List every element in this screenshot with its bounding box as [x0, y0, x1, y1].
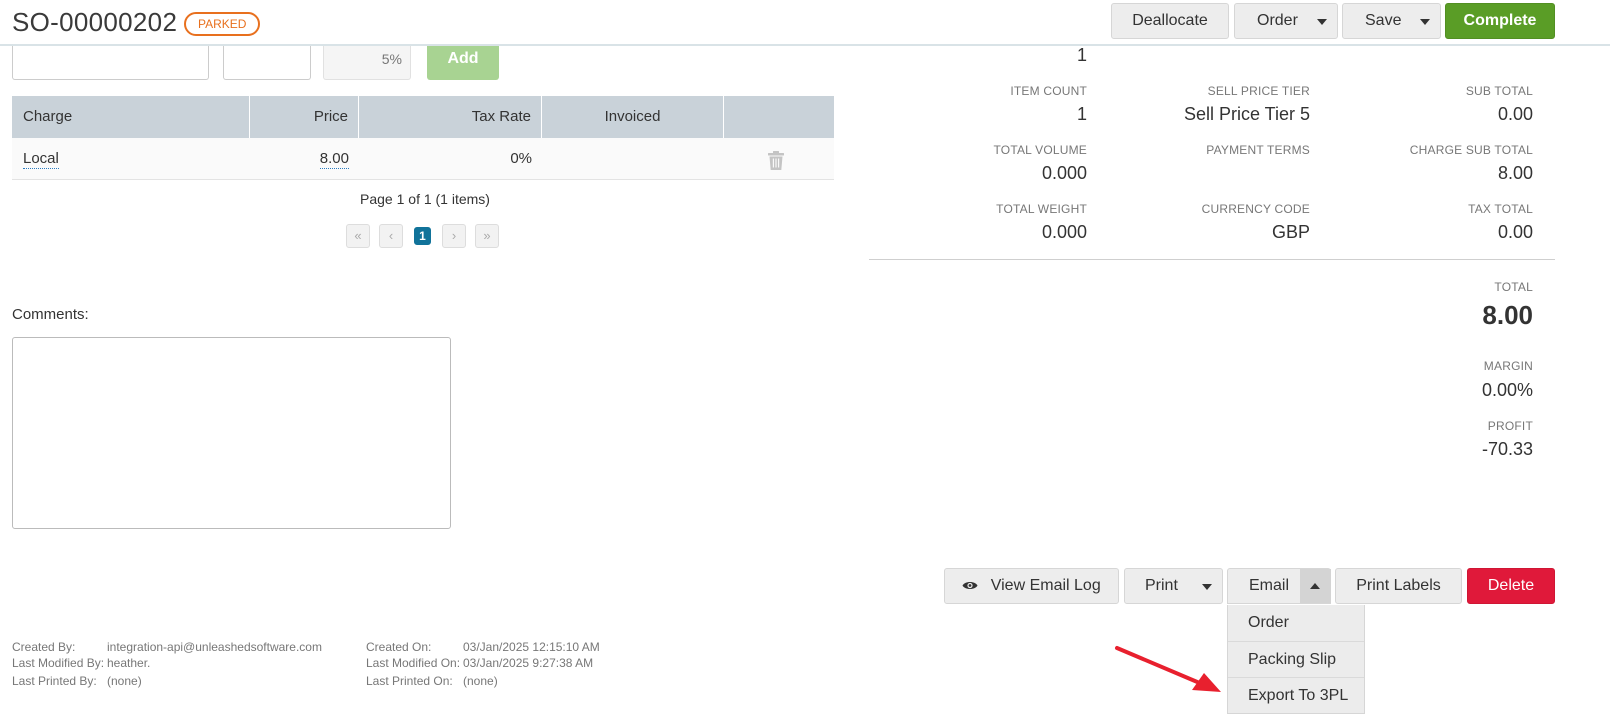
- total-value: 8.00: [1482, 300, 1533, 330]
- complete-button[interactable]: Complete: [1445, 3, 1555, 39]
- margin-label: MARGIN: [1483, 359, 1533, 373]
- chevron-down-icon[interactable]: [1317, 19, 1327, 25]
- email-button-label: Email: [1249, 577, 1290, 594]
- sell-price-tier-label: SELL PRICE TIER: [1207, 84, 1310, 98]
- deallocate-button[interactable]: Deallocate: [1111, 3, 1229, 39]
- column-header-tax-rate[interactable]: Tax Rate: [359, 96, 542, 138]
- sell-price-tier-value: Sell Price Tier 5: [1183, 104, 1310, 124]
- trash-icon[interactable]: [768, 145, 788, 170]
- charge-price-input[interactable]: [223, 40, 311, 80]
- last-modified-on-label: Last Modified On:: [366, 656, 461, 670]
- delete-button[interactable]: Delete: [1467, 568, 1555, 604]
- pager-current-page[interactable]: 1: [414, 227, 431, 245]
- last-printed-on-value: (none): [463, 674, 498, 688]
- pager-first-icon[interactable]: «: [346, 224, 370, 248]
- created-on-value: 03/Jan/2025 12:15:10 AM: [463, 640, 600, 654]
- total-weight-value: 0.000: [1041, 222, 1087, 242]
- chevron-down-icon[interactable]: [1202, 584, 1212, 590]
- item-count-label: ITEM COUNT: [1010, 84, 1087, 98]
- chevron-up-icon: [1310, 583, 1320, 589]
- summary-divider: [869, 259, 1555, 260]
- currency-code-label: CURRENCY CODE: [1201, 202, 1310, 216]
- profit-label: PROFIT: [1487, 419, 1533, 433]
- total-weight-label: TOTAL WEIGHT: [996, 202, 1087, 216]
- annotation-arrow-icon: [1115, 646, 1221, 692]
- pager-last-icon[interactable]: »: [475, 224, 499, 248]
- charge-cell[interactable]: Local: [23, 138, 243, 180]
- tax-rate-cell: 0%: [510, 150, 532, 167]
- order-number: SO-00000202: [12, 7, 178, 37]
- email-menu-item-export-to-3pl[interactable]: Export To 3PL: [1228, 677, 1364, 713]
- page-header: SO-00000202 PARKED Deallocate Order Save…: [0, 0, 1610, 46]
- order-button-label: Order: [1257, 12, 1298, 29]
- charge-name[interactable]: Local: [23, 150, 59, 169]
- pager-next-icon[interactable]: ›: [442, 224, 466, 248]
- charge-sub-total-label: CHARGE SUB TOTAL: [1409, 143, 1533, 157]
- column-header-invoiced[interactable]: Invoiced: [542, 96, 724, 138]
- charge-name-input[interactable]: [12, 40, 209, 80]
- view-email-log-label: View Email Log: [990, 577, 1101, 594]
- last-printed-by-value: (none): [107, 674, 142, 688]
- order-button[interactable]: Order: [1234, 3, 1338, 39]
- column-header-price[interactable]: Price: [250, 96, 359, 138]
- last-printed-by-label: Last Printed By:: [12, 674, 97, 688]
- margin-value: 0.00%: [1481, 380, 1533, 400]
- column-header-actions: [724, 96, 834, 138]
- summary-top-value: 1: [1076, 45, 1087, 65]
- table-row: Local 8.00 0%: [12, 138, 834, 180]
- charge-sub-total-value: 8.00: [1497, 163, 1533, 183]
- chevron-down-icon[interactable]: [1420, 19, 1430, 25]
- email-dropdown-menu: Order Packing Slip Export To 3PL: [1227, 605, 1365, 714]
- profit-value: -70.33: [1481, 439, 1533, 459]
- email-button[interactable]: Email: [1227, 568, 1331, 604]
- status-badge: PARKED: [184, 12, 261, 36]
- email-dropdown-toggle[interactable]: [1300, 569, 1331, 603]
- payment-terms-label: PAYMENT TERMS: [1206, 143, 1310, 157]
- item-count-value: 1: [1076, 104, 1087, 124]
- pager-summary: Page 1 of 1 (1 items): [360, 191, 490, 207]
- sub-total-value: 0.00: [1497, 104, 1533, 124]
- last-modified-on-value: 03/Jan/2025 9:27:38 AM: [463, 656, 594, 670]
- last-printed-on-label: Last Printed On:: [366, 674, 453, 688]
- comments-label: Comments:: [12, 306, 89, 323]
- pager-prev-icon[interactable]: ‹: [379, 224, 403, 248]
- save-button-label: Save: [1365, 12, 1402, 29]
- print-labels-button[interactable]: Print Labels: [1335, 568, 1462, 604]
- comments-textarea[interactable]: [12, 337, 451, 529]
- print-button[interactable]: Print: [1124, 568, 1223, 604]
- sub-total-label: SUB TOTAL: [1465, 84, 1533, 98]
- eye-icon: [962, 582, 978, 590]
- tax-total-label: TAX TOTAL: [1468, 202, 1533, 216]
- price-cell[interactable]: 8.00: [250, 138, 349, 180]
- total-volume-value: 0.000: [1041, 163, 1087, 183]
- charges-table-header: Charge Price Tax Rate Invoiced: [12, 96, 834, 138]
- column-header-charge[interactable]: Charge: [12, 96, 250, 138]
- total-label: TOTAL: [1494, 280, 1533, 294]
- tax-total-value: 0.00: [1497, 222, 1533, 242]
- email-menu-item-packing-slip[interactable]: Packing Slip: [1228, 641, 1364, 677]
- invoiced-cell: [542, 138, 724, 180]
- last-modified-by-value: heather.: [107, 656, 151, 670]
- total-volume-label: TOTAL VOLUME: [993, 143, 1087, 157]
- save-button[interactable]: Save: [1342, 3, 1441, 39]
- trash-icon-graphic: [768, 151, 784, 170]
- created-on-label: Created On:: [366, 640, 432, 654]
- print-button-label: Print: [1145, 577, 1178, 594]
- created-by-label: Created By:: [12, 640, 76, 654]
- email-menu-item-order[interactable]: Order: [1228, 605, 1364, 641]
- created-by-value: integration-api@unleashedsoftware.com: [107, 640, 322, 654]
- currency-code-value: GBP: [1271, 222, 1310, 242]
- add-charge-button[interactable]: Add: [427, 40, 499, 80]
- last-modified-by-label: Last Modified By:: [12, 656, 105, 670]
- charge-price[interactable]: 8.00: [319, 150, 349, 169]
- view-email-log-button[interactable]: View Email Log: [944, 568, 1119, 604]
- charge-tax-rate-field: 5%: [323, 40, 411, 80]
